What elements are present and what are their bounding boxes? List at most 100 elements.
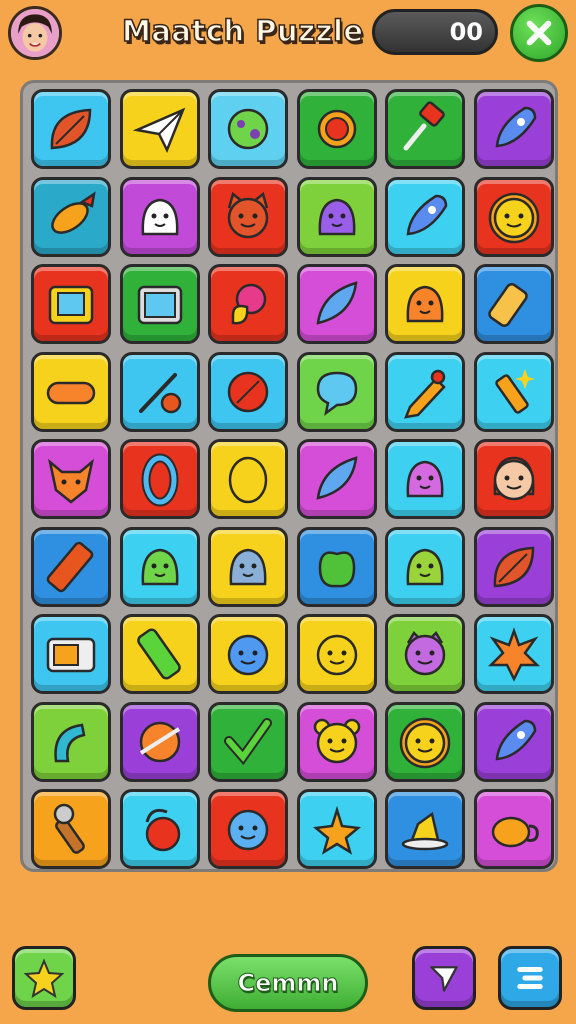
- game-tile[interactable]: [296, 614, 377, 694]
- game-tile[interactable]: [385, 89, 465, 169]
- feather-icon: [316, 456, 357, 500]
- girl-face-icon: [493, 456, 534, 501]
- swirl-icon: [145, 808, 180, 852]
- green-planet-icon: [227, 108, 269, 150]
- game-tile[interactable]: [473, 526, 554, 607]
- game-tile[interactable]: [31, 789, 111, 869]
- game-tile[interactable]: [473, 264, 554, 344]
- game-tile[interactable]: [385, 526, 465, 607]
- wave-icon: [54, 723, 86, 762]
- arrow-icon: [430, 966, 458, 992]
- game-tile[interactable]: [119, 351, 200, 432]
- leaf-icon: [50, 108, 92, 150]
- game-tile[interactable]: [119, 439, 200, 519]
- microphone-icon: [53, 803, 85, 854]
- game-tile[interactable]: [119, 789, 200, 869]
- game-tile[interactable]: [119, 176, 200, 257]
- purple-blob-icon: [318, 198, 355, 235]
- lion-face-icon: [399, 717, 451, 768]
- menu-icon: [517, 966, 543, 990]
- game-tile[interactable]: [473, 439, 554, 519]
- game-tile[interactable]: [119, 264, 200, 344]
- gem-icon: [317, 109, 356, 149]
- game-tile[interactable]: [31, 89, 111, 169]
- pushpin-icon: [403, 101, 445, 151]
- fish-icon: [51, 190, 96, 234]
- game-tile[interactable]: [296, 526, 377, 607]
- sparkle-pencil-icon: [494, 368, 535, 414]
- game-tile[interactable]: [31, 264, 111, 344]
- share-button[interactable]: [412, 946, 476, 1010]
- close-icon: [526, 20, 552, 46]
- game-tile[interactable]: [208, 176, 288, 257]
- game-tile[interactable]: [208, 89, 288, 169]
- hint-button[interactable]: [12, 946, 76, 1010]
- game-tile[interactable]: [31, 526, 111, 607]
- game-tile[interactable]: [296, 176, 377, 257]
- score-counter: 00: [372, 9, 498, 55]
- game-tile[interactable]: [385, 614, 465, 694]
- game-tile[interactable]: [119, 526, 200, 607]
- apple-icon: [318, 550, 355, 587]
- speech-bubble-icon: [316, 371, 357, 416]
- sausage-icon: [46, 381, 96, 404]
- game-tile[interactable]: [385, 264, 465, 344]
- bottom-bar: Cemmn: [0, 930, 576, 1024]
- game-tile[interactable]: [208, 526, 288, 607]
- game-tile[interactable]: [296, 351, 377, 432]
- game-tile[interactable]: [385, 789, 465, 869]
- game-tile[interactable]: [296, 789, 377, 869]
- game-tile[interactable]: [296, 701, 377, 782]
- game-tile[interactable]: [31, 351, 111, 432]
- game-tile[interactable]: [473, 351, 554, 432]
- game-tile[interactable]: [385, 351, 465, 432]
- game-tile[interactable]: [119, 701, 200, 782]
- smile-face-icon: [316, 634, 357, 676]
- game-tile[interactable]: [296, 439, 377, 519]
- game-tile[interactable]: [473, 789, 554, 869]
- game-tile[interactable]: [296, 264, 377, 344]
- bear-face-icon: [313, 718, 360, 763]
- green-blob-icon: [141, 548, 178, 585]
- game-tile[interactable]: [119, 614, 200, 694]
- ghost-icon: [141, 198, 178, 235]
- game-tile[interactable]: [385, 439, 465, 519]
- game-tile[interactable]: [119, 89, 200, 169]
- fruit-icon: [231, 283, 267, 325]
- game-tile[interactable]: [208, 701, 288, 782]
- center-button[interactable]: Cemmn: [208, 954, 368, 1012]
- wand-icon: [138, 372, 181, 413]
- top-bar: Maatch Puzzle 00: [0, 0, 576, 72]
- game-tile[interactable]: [208, 439, 288, 519]
- game-board: [20, 80, 558, 872]
- game-tile[interactable]: [296, 89, 377, 169]
- rocket-icon: [495, 106, 536, 148]
- game-tile[interactable]: [208, 264, 288, 344]
- cat-face-icon: [227, 191, 269, 238]
- game-tile[interactable]: [473, 176, 554, 257]
- game-tile[interactable]: [208, 789, 288, 869]
- close-button[interactable]: [510, 4, 568, 62]
- game-tile[interactable]: [208, 351, 288, 432]
- leaf-icon: [493, 546, 534, 587]
- game-tile[interactable]: [31, 614, 111, 694]
- zero-icon: [141, 453, 178, 507]
- game-tile[interactable]: [31, 701, 111, 782]
- game-tile[interactable]: [473, 614, 554, 694]
- wink-blob-icon: [229, 548, 267, 585]
- star-burst-icon: [487, 627, 540, 682]
- ball-icon: [139, 721, 180, 762]
- game-tile[interactable]: [31, 176, 111, 257]
- game-tile[interactable]: [473, 89, 554, 169]
- feather-icon: [316, 281, 357, 325]
- game-tile[interactable]: [385, 176, 465, 257]
- purple-cat-icon: [404, 630, 446, 676]
- avatar[interactable]: [8, 6, 62, 60]
- blue-face-icon: [227, 809, 269, 851]
- menu-button[interactable]: [498, 946, 562, 1010]
- game-tile[interactable]: [208, 614, 288, 694]
- game-tile[interactable]: [31, 439, 111, 519]
- game-tile[interactable]: [473, 701, 554, 782]
- tv-icon: [48, 285, 94, 325]
- game-tile[interactable]: [385, 701, 465, 782]
